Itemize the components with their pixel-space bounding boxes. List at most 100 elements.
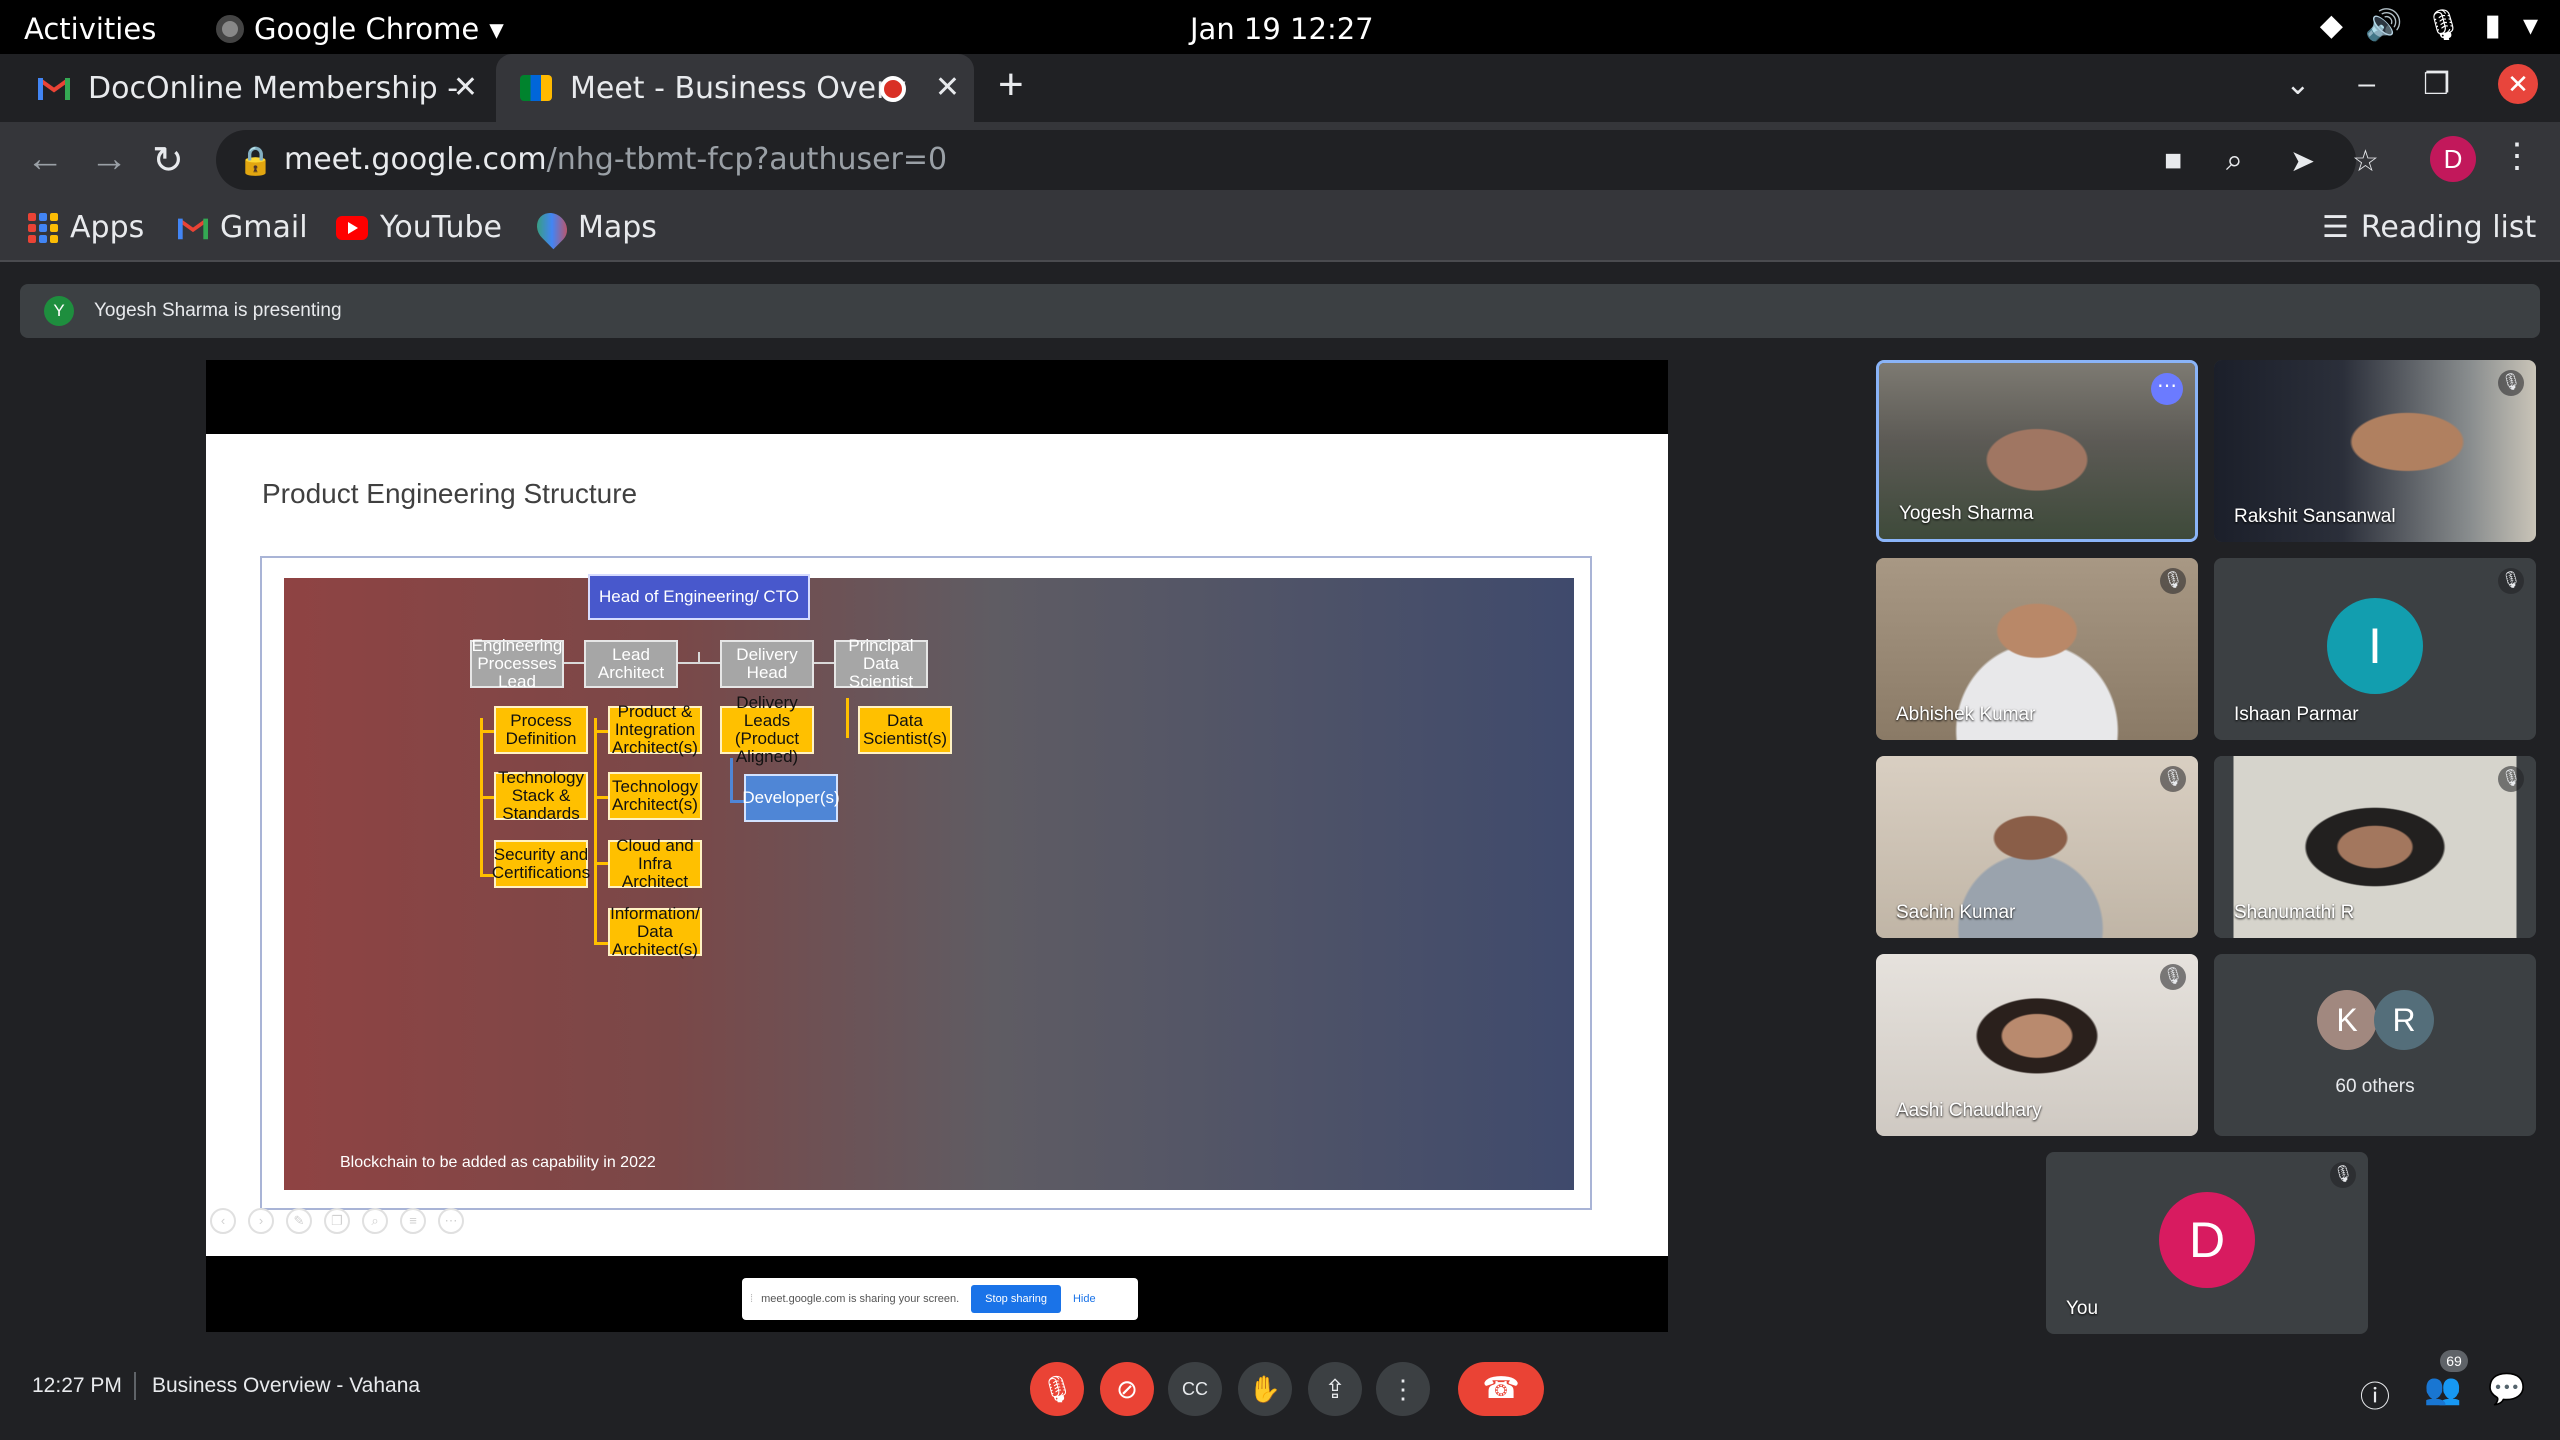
org-box-level2: Principal Data Scientist	[834, 637, 928, 690]
chrome-menu-icon[interactable]: ⋮	[2500, 136, 2534, 176]
menu-icon[interactable]: ≡	[400, 1208, 426, 1234]
pen-icon[interactable]: ✎	[286, 1208, 312, 1234]
chat-icon[interactable]: 💬	[2488, 1372, 2525, 1407]
close-window-button[interactable]: ✕	[2498, 64, 2538, 104]
url-domain: meet.google.com	[284, 142, 547, 177]
address-bar[interactable]: 🔒 meet.google.com/nhg-tbmt-fcp?authuser=…	[216, 130, 2379, 190]
participant-tile[interactable]: 🎙 Rakshit Sansanwal	[2214, 360, 2536, 542]
raise-hand-button[interactable]: ✋	[1238, 1362, 1292, 1416]
participant-tile[interactable]: 🎙 Aashi Chaudhary	[1876, 954, 2198, 1136]
restore-button[interactable]: ❐	[2423, 67, 2450, 102]
participant-tile[interactable]: 🎙 Shanumathi R	[2214, 756, 2536, 938]
system-clock[interactable]: Jan 19 12:27	[1190, 12, 1374, 46]
connector	[480, 796, 494, 799]
reading-list-button[interactable]: ☰ Reading list	[2322, 210, 2536, 245]
captions-icon: CC	[1182, 1379, 1208, 1399]
send-icon[interactable]: ➤	[2290, 144, 2315, 179]
people-icon[interactable]: 👥	[2424, 1372, 2461, 1407]
mic-toggle-button[interactable]: 🎙	[1030, 1362, 1084, 1416]
camera-toggle-button[interactable]: ⊘	[1100, 1362, 1154, 1416]
mic-off-icon: 🎙	[2160, 766, 2186, 792]
org-chart-frame: Head of Engineering/ CTO Engineering Pro…	[260, 556, 1592, 1210]
present-screen-icon: ⇪	[1324, 1374, 1346, 1404]
next-slide-icon[interactable]: ›	[248, 1208, 274, 1234]
participant-tile[interactable]: 🎙 Abhishek Kumar	[1876, 558, 2198, 740]
minimize-button[interactable]: –	[2358, 67, 2375, 101]
bookmark-label: Maps	[578, 210, 657, 245]
participant-tile[interactable]: I 🎙 Ishaan Parmar	[2214, 558, 2536, 740]
back-button[interactable]: ←	[26, 138, 64, 181]
org-box-level2: Lead Architect	[584, 640, 678, 688]
present-button[interactable]: ⇪	[1308, 1362, 1362, 1416]
org-box: Technology Architect(s)	[608, 772, 702, 820]
lock-icon[interactable]: 🔒	[238, 144, 273, 177]
battery-icon: ▮	[2484, 8, 2501, 43]
org-chart: Head of Engineering/ CTO Engineering Pro…	[284, 574, 1574, 1190]
system-top-bar: Activities Google Chrome ▾ Jan 19 12:27 …	[0, 0, 2560, 54]
gmail-icon	[178, 218, 208, 239]
mic-off-icon: 🎙	[2330, 1162, 2356, 1188]
connector	[594, 730, 608, 733]
more-options-icon[interactable]: ⋯	[2151, 373, 2183, 405]
activities-button[interactable]: Activities	[24, 12, 156, 46]
presentation-slide: Product Engineering Structure Head of En…	[206, 434, 1668, 1256]
apps-grid-icon	[28, 212, 58, 243]
connector	[594, 862, 608, 865]
captions-button[interactable]: CC	[1168, 1362, 1222, 1416]
screen-share-bar: ⁞ meet.google.com is sharing your screen…	[742, 1278, 1138, 1320]
copy-icon[interactable]: ❐	[324, 1208, 350, 1234]
prev-slide-icon[interactable]: ‹	[210, 1208, 236, 1234]
close-icon[interactable]: ✕	[453, 70, 478, 105]
meeting-details-icon[interactable]: ⓘ	[2360, 1372, 2390, 1416]
more-icon[interactable]: ⋯	[438, 1208, 464, 1234]
bookmark-label: Gmail	[220, 210, 308, 245]
mic-off-icon: 🎙	[2498, 568, 2524, 594]
org-box: Cloud and Infra Architect	[608, 837, 702, 890]
new-tab-button[interactable]: +	[998, 60, 1024, 110]
mic-off-icon: 🎙	[2160, 568, 2186, 594]
tab-search-icon[interactable]: ⌄	[2285, 67, 2310, 102]
others-tile[interactable]: K R 60 others	[2214, 954, 2536, 1136]
self-tile[interactable]: D 🎙 You	[2046, 1152, 2368, 1334]
hide-button[interactable]: Hide	[1073, 1293, 1096, 1305]
profile-avatar[interactable]: D	[2430, 136, 2476, 182]
bookmark-apps[interactable]: Apps	[28, 210, 144, 245]
zoom-icon[interactable]: ⌕	[362, 1208, 388, 1234]
url-text[interactable]: meet.google.com/nhg-tbmt-fcp?authuser=0	[284, 142, 947, 177]
more-vert-icon: ⋮	[1390, 1374, 1416, 1404]
close-icon[interactable]: ✕	[935, 70, 960, 105]
tab-doconline[interactable]: DocOnline Membership - ✕	[0, 54, 492, 122]
bookmark-youtube[interactable]: YouTube	[336, 210, 502, 245]
mic-off-icon: 🎙	[1040, 1374, 1074, 1404]
shared-screen[interactable]: Product Engineering Structure Head of En…	[206, 360, 1668, 1332]
meet-control-bar: 12:27 PM Business Overview - Vahana 🎙 ⊘ …	[0, 1336, 2560, 1440]
reload-button[interactable]: ↻	[152, 138, 184, 183]
leave-call-button[interactable]: ☎	[1458, 1362, 1544, 1416]
participant-count-badge: 69	[2440, 1350, 2468, 1372]
forward-button[interactable]: →	[90, 138, 128, 181]
meet-icon	[520, 75, 552, 101]
bookmark-star-icon[interactable]: ☆	[2352, 144, 2379, 179]
zoom-icon[interactable]: ⌕	[2226, 144, 2243, 178]
participant-tile[interactable]: ⋯ Yogesh Sharma	[1876, 360, 2198, 542]
camera-icon[interactable]: ■	[2164, 144, 2182, 178]
participant-name: Aashi Chaudhary	[1896, 1100, 2042, 1121]
youtube-icon	[336, 215, 368, 240]
participant-name: Shanumathi R	[2234, 902, 2355, 923]
tab-meet[interactable]: Meet - Business Overv ✕	[496, 54, 974, 122]
wifi-icon: ◆	[2319, 8, 2343, 43]
system-tray[interactable]: ◆ 🔊 🎙 ▮ ▾	[2320, 8, 2538, 43]
org-box: Product & Integration Architect(s)	[608, 703, 702, 756]
drag-handle-icon[interactable]: ⁞	[750, 1293, 753, 1305]
share-message: meet.google.com is sharing your screen.	[761, 1293, 960, 1305]
app-menu[interactable]: Google Chrome ▾	[216, 12, 504, 46]
stop-sharing-button[interactable]: Stop sharing	[971, 1285, 1061, 1313]
connector	[846, 698, 849, 738]
bookmark-maps[interactable]: Maps	[530, 206, 657, 249]
window-controls: ⌄ – ❐ ✕	[2285, 64, 2538, 104]
org-box: Technology Stack & Standards	[494, 769, 588, 822]
bookmark-gmail[interactable]: Gmail	[178, 210, 308, 245]
more-options-button[interactable]: ⋮	[1376, 1362, 1430, 1416]
bookmark-label: YouTube	[380, 210, 502, 245]
participant-tile[interactable]: 🎙 Sachin Kumar	[1876, 756, 2198, 938]
